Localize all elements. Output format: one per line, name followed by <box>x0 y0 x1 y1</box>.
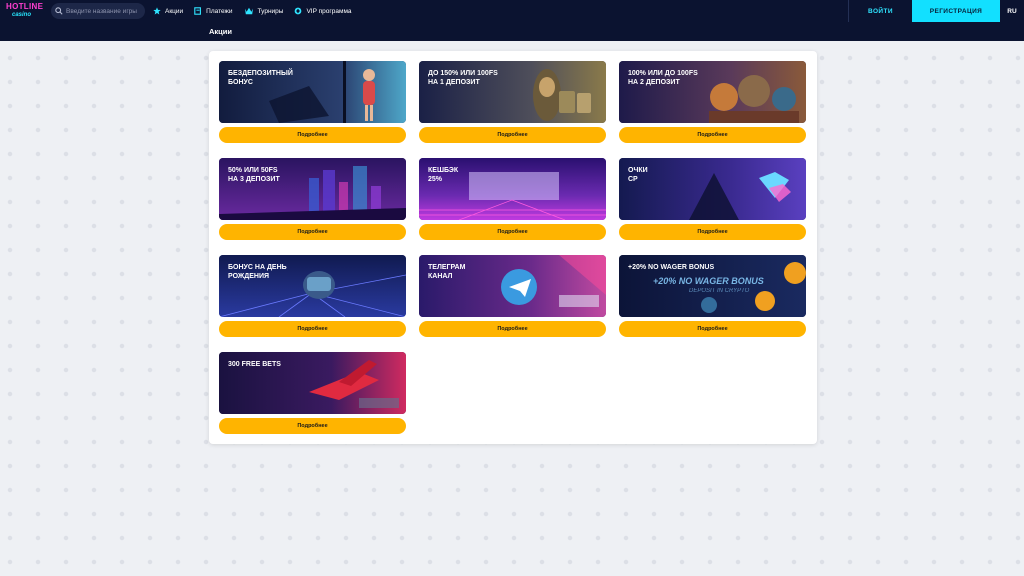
logo-line1: HOTLINE <box>6 2 44 11</box>
nav-item-promotions[interactable]: Акции <box>153 7 183 15</box>
promo-banner[interactable]: ДО 150% ИЛИ 100FS НА 1 ДЕПОЗИТ <box>419 61 606 123</box>
vip-icon <box>294 7 302 15</box>
promo-banner[interactable]: ТЕЛЕГРАМ КАНАЛ <box>419 255 606 317</box>
promo-details-button[interactable]: Подробнее <box>419 321 606 337</box>
promo-title: 100% ИЛИ ДО 100FS НА 2 ДЕПОЗИТ <box>628 70 698 86</box>
promo-title: БЕЗДЕПОЗИТНЫЙ БОНУС <box>228 70 293 86</box>
promotions-panel: БЕЗДЕПОЗИТНЫЙ БОНУС Подробнее ДО 150% ИЛИ … <box>209 51 817 444</box>
promo-details-button[interactable]: Подробнее <box>419 224 606 240</box>
promo-overlay-subtext: DEPOSIT IN CRYPTO <box>689 288 750 294</box>
promo-card-deposit-1: ДО 150% ИЛИ 100FS НА 1 ДЕПОЗИТ Подробнее <box>419 61 606 143</box>
site-logo[interactable]: HOTLINE casino <box>0 0 46 22</box>
star-icon <box>153 7 161 15</box>
search-input[interactable] <box>66 7 145 15</box>
nav-item-payments[interactable]: Платежи <box>194 7 233 15</box>
nav-label-tournaments: Турниры <box>257 7 284 15</box>
promo-details-button[interactable]: Подробнее <box>219 321 406 337</box>
promo-details-button[interactable]: Подробнее <box>219 418 406 434</box>
language-selector[interactable]: RU <box>1000 0 1024 22</box>
promo-title: КЕШБЭК 25% <box>428 167 459 183</box>
promo-details-button[interactable]: Подробнее <box>619 321 806 337</box>
promo-title: 50% ИЛИ 50FS НА 3 ДЕПОЗИТ <box>228 167 280 183</box>
wallet-icon <box>194 7 202 15</box>
promo-overlay-text: +20% NO WAGER BONUS <box>653 276 764 286</box>
promo-card-birthday: БОНУС НА ДЕНЬ РОЖДЕНИЯ Подробнее <box>219 255 406 337</box>
promo-details-button[interactable]: Подробнее <box>419 127 606 143</box>
nav-label-vip: VIP программа <box>306 7 352 15</box>
search-icon <box>55 7 63 15</box>
promo-banner[interactable]: 50% ИЛИ 50FS НА 3 ДЕПОЗИТ <box>219 158 406 220</box>
promo-banner[interactable]: 300 FREE BETS <box>219 352 406 414</box>
top-navigation-bar: HOTLINE casino Акции Платежи Турниры <box>0 0 1024 22</box>
promo-card-cashback: КЕШБЭК 25% Подробнее <box>419 158 606 240</box>
trophy-icon <box>244 7 254 15</box>
promo-details-button[interactable]: Подробнее <box>219 127 406 143</box>
nav-item-vip[interactable]: VIP программа <box>294 7 352 15</box>
promo-card-free-bets: 300 FREE BETS Подробнее <box>219 352 406 434</box>
promo-banner[interactable]: КЕШБЭК 25% <box>419 158 606 220</box>
promo-title: ОЧКИ CP <box>628 167 648 183</box>
promo-card-deposit-2: 100% ИЛИ ДО 100FS НА 2 ДЕПОЗИТ Подробнее <box>619 61 806 143</box>
promo-banner[interactable]: +20% NO WAGER BONUS +20% NO WAGER BONUS DE… <box>619 255 806 317</box>
promo-card-no-deposit: БЕЗДЕПОЗИТНЫЙ БОНУС Подробнее <box>219 61 406 143</box>
promo-details-button[interactable]: Подробнее <box>619 224 806 240</box>
promo-banner[interactable]: ОЧКИ CP <box>619 158 806 220</box>
promo-details-button[interactable]: Подробнее <box>619 127 806 143</box>
main-nav: Акции Платежи Турниры VIP программа <box>153 7 363 15</box>
promo-banner[interactable]: БЕЗДЕПОЗИТНЫЙ БОНУС <box>219 61 406 123</box>
promo-card-cp-points: ОЧКИ CP Подробнее <box>619 158 806 240</box>
promo-banner[interactable]: БОНУС НА ДЕНЬ РОЖДЕНИЯ <box>219 255 406 317</box>
page-title: Акции <box>209 27 233 36</box>
promo-card-deposit-3: 50% ИЛИ 50FS НА 3 ДЕПОЗИТ Подробнее <box>219 158 406 240</box>
nav-label-payments: Платежи <box>206 7 233 15</box>
search-box[interactable] <box>51 3 145 19</box>
auth-actions: ВОЙТИ РЕГИСТРАЦИЯ RU <box>848 0 1024 22</box>
nav-item-tournaments[interactable]: Турниры <box>244 7 284 15</box>
login-button[interactable]: ВОЙТИ <box>848 0 912 22</box>
logo-line2: casino <box>12 12 32 18</box>
promo-title: ДО 150% ИЛИ 100FS НА 1 ДЕПОЗИТ <box>428 70 498 86</box>
promo-title: 300 FREE BETS <box>228 361 281 368</box>
page-header-bar: Акции <box>0 22 1024 41</box>
nav-label-promotions: Акции <box>165 7 184 15</box>
promo-title: +20% NO WAGER BONUS <box>628 264 715 271</box>
promo-details-button[interactable]: Подробнее <box>219 224 406 240</box>
promo-card-no-wager: +20% NO WAGER BONUS +20% NO WAGER BONUS DE… <box>619 255 806 337</box>
promo-title: ТЕЛЕГРАМ КАНАЛ <box>428 264 466 280</box>
register-button[interactable]: РЕГИСТРАЦИЯ <box>912 0 1000 22</box>
promo-title: БОНУС НА ДЕНЬ РОЖДЕНИЯ <box>228 264 287 280</box>
promo-card-telegram: ТЕЛЕГРАМ КАНАЛ Подробнее <box>419 255 606 337</box>
promo-banner[interactable]: 100% ИЛИ ДО 100FS НА 2 ДЕПОЗИТ <box>619 61 806 123</box>
